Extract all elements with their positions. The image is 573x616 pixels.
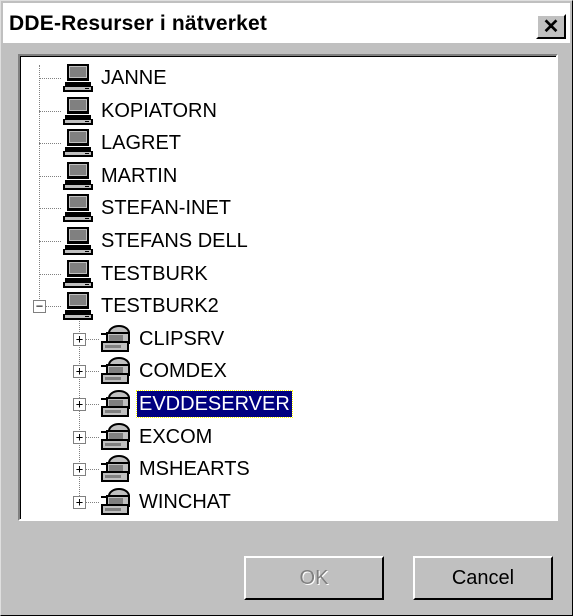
cancel-button[interactable]: Cancel (413, 556, 553, 600)
tree-connector (39, 78, 61, 79)
tree-node-winchat[interactable]: WINCHAT (99, 486, 233, 518)
tree-node-lagret[interactable]: LAGRET (61, 127, 183, 159)
tree-node-label: EXCOM (139, 425, 213, 448)
tree-connector (39, 175, 61, 177)
computer-icon (61, 291, 95, 321)
tree-content: JANNE KOPIATORN LAGRET MARTIN STEFAN-INET STE… (20, 56, 556, 519)
tree-node-label: TESTBURK2 (101, 295, 219, 318)
expand-icon[interactable]: + (73, 332, 86, 346)
ok-button[interactable]: OK (244, 556, 384, 600)
expand-icon[interactable]: + (73, 495, 86, 509)
tree-node-clipsrv[interactable]: CLIPSRV (99, 323, 226, 355)
tree-node-label: CLIPSRV (139, 327, 225, 350)
tree-connector (39, 208, 61, 210)
expand-icon[interactable]: + (73, 365, 86, 379)
tree-node-evddeserver[interactable]: EVDDESERVER (99, 388, 293, 420)
tree-node-label: WINCHAT (139, 490, 231, 513)
tree-node-testburk2[interactable]: TESTBURK2 (61, 290, 221, 322)
dde-server-icon (99, 389, 133, 419)
tree-node-label: MSHEARTS (139, 458, 250, 481)
tree-node-label: KOPIATORN (101, 99, 217, 122)
computer-icon (61, 161, 95, 191)
tree-node-label: EVDDESERVER (136, 390, 293, 418)
dde-server-icon (99, 324, 133, 354)
computer-icon (61, 96, 95, 126)
tree-connector (39, 241, 61, 242)
computer-icon (61, 226, 95, 256)
tree-node-label: LAGRET (101, 132, 182, 155)
dde-server-icon (99, 454, 133, 484)
expand-icon[interactable]: + (73, 463, 86, 477)
expand-icon[interactable]: + (73, 430, 86, 444)
dde-server-icon (99, 487, 133, 517)
tree-node-stefan-inet[interactable]: STEFAN-INET (61, 192, 233, 224)
network-tree[interactable]: JANNE KOPIATORN LAGRET MARTIN STEFAN-INET STE… (18, 54, 558, 521)
tree-node-label: JANNE (101, 67, 167, 89)
tree-node-label: STEFANS DELL (101, 230, 248, 252)
collapse-icon[interactable]: − (33, 300, 46, 314)
dde-server-icon (99, 422, 133, 452)
tree-node-label: TESTBURK (101, 262, 208, 285)
tree-node-testburk[interactable]: TESTBURK (61, 258, 210, 290)
tree-node-label: STEFAN-INET (101, 197, 232, 220)
close-button[interactable]: ✕ (536, 14, 566, 39)
tree-node-label: COMDEX (139, 360, 227, 383)
expand-icon[interactable]: + (73, 398, 86, 411)
tree-node-excom[interactable]: EXCOM (99, 421, 214, 453)
tree-node-stefans-dell[interactable]: STEFANS DELL (61, 225, 250, 257)
computer-icon (61, 63, 95, 93)
tree-node-label: MARTIN (101, 164, 178, 187)
tree-node-mshearts[interactable]: MSHEARTS (99, 453, 252, 485)
tree-node-martin[interactable]: MARTIN (61, 160, 179, 192)
tree-connector (39, 110, 61, 112)
tree-node-kopiatorn[interactable]: KOPIATORN (61, 95, 219, 127)
computer-icon (61, 259, 95, 289)
tree-node-janne[interactable]: JANNE (61, 62, 169, 94)
dialog-window: DDE-Resurser i nätverket ✕ JANNE KOPIATOR… (0, 0, 573, 616)
window-title: DDE-Resurser i nätverket (9, 12, 268, 35)
computer-icon (61, 193, 95, 223)
tree-connector (39, 143, 61, 145)
tree-node-comdex[interactable]: COMDEX (99, 355, 229, 387)
close-icon: ✕ (542, 15, 560, 38)
title-bar: DDE-Resurser i nätverket ✕ (3, 3, 570, 43)
tree-connector (39, 273, 61, 275)
computer-icon (61, 128, 95, 158)
dde-server-icon (99, 356, 133, 386)
tree-connector (39, 65, 40, 302)
